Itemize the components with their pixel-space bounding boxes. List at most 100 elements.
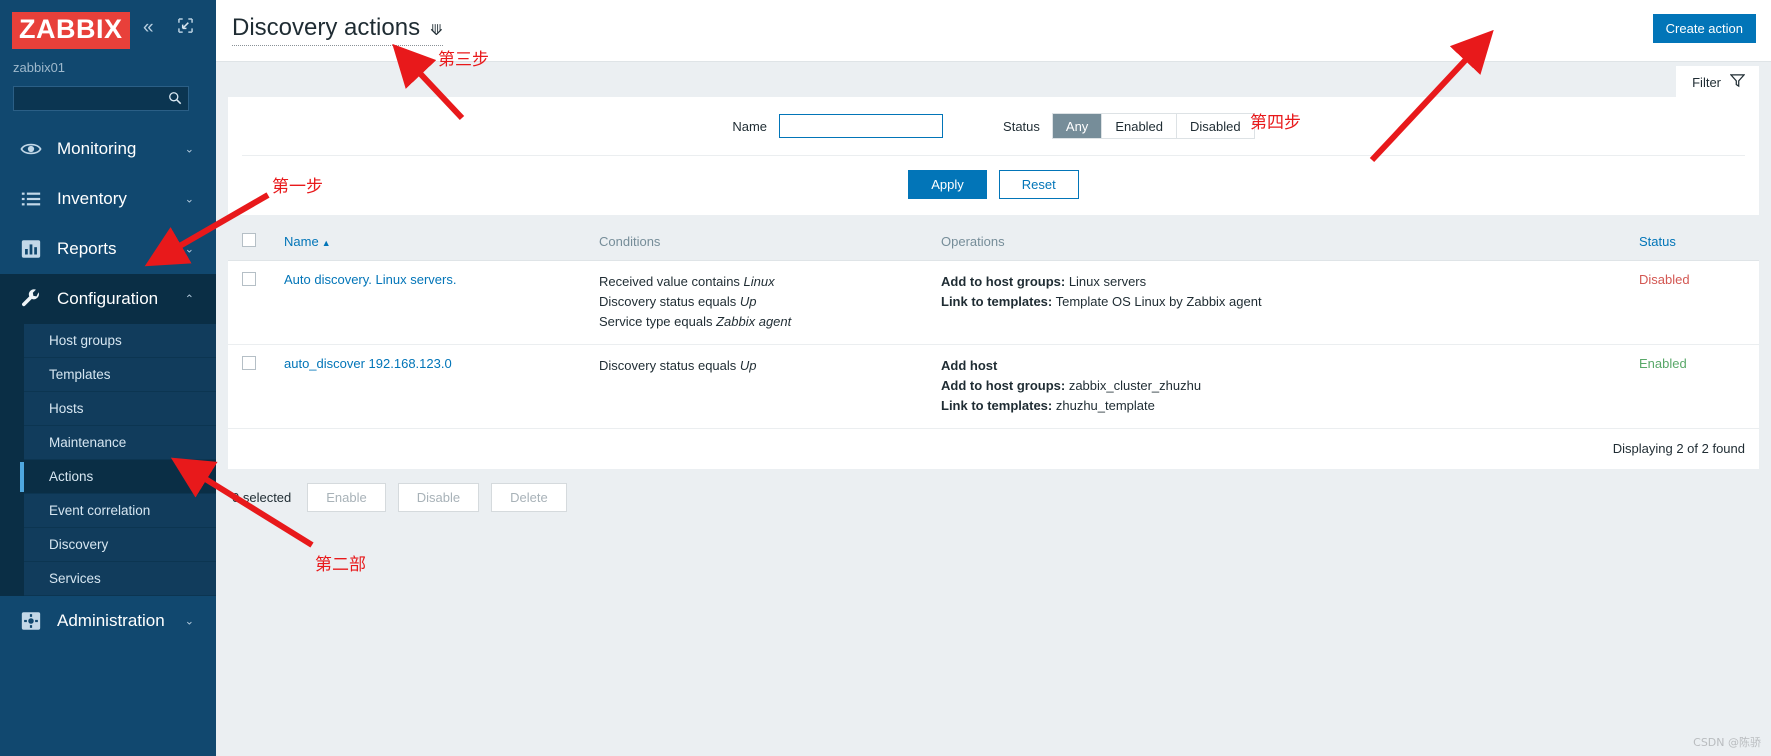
sidebar-item-services[interactable]: Services xyxy=(24,562,216,596)
sidebar: ZABBIX « zabbix01 Monitoring ⌄ Inventory… xyxy=(0,0,216,756)
table-header-row: Name ▲ Conditions Operations Status xyxy=(228,223,1759,261)
condition-line: Discovery status equals Up xyxy=(599,294,757,309)
status-option-disabled[interactable]: Disabled xyxy=(1177,114,1254,138)
sidebar-item-label: Administration xyxy=(57,611,165,630)
filter-panel: Name Status Any Enabled Disabled Apply R… xyxy=(228,97,1759,215)
status-badge[interactable]: Enabled xyxy=(1639,356,1687,371)
select-all-header xyxy=(228,223,284,261)
filter-tabbar: Filter xyxy=(216,62,1771,99)
search-icon[interactable] xyxy=(168,91,182,108)
sidebar-item-templates[interactable]: Templates xyxy=(24,358,216,392)
sidebar-item-actions[interactable]: Actions xyxy=(20,460,216,494)
sidebar-item-inventory[interactable]: Inventory ⌄ xyxy=(0,174,216,224)
row-conditions-cell: Discovery status equals Up xyxy=(599,344,941,429)
sidebar-item-host-groups[interactable]: Host groups xyxy=(24,324,216,358)
sort-by-name-link[interactable]: Name ▲ xyxy=(284,234,331,249)
sidebar-item-monitoring[interactable]: Monitoring ⌄ xyxy=(0,124,216,174)
row-checkbox[interactable] xyxy=(242,356,256,370)
status-option-enabled[interactable]: Enabled xyxy=(1102,114,1178,138)
sidebar-subitem-label: Event correlation xyxy=(49,503,151,518)
select-all-checkbox[interactable] xyxy=(242,233,256,247)
operation-line: Add host xyxy=(941,358,998,373)
wrench-icon xyxy=(18,286,44,312)
condition-line: Discovery status equals Up xyxy=(599,358,757,373)
selected-count-label: 0 selected xyxy=(232,490,292,505)
chevron-double-left-icon[interactable]: « xyxy=(143,18,154,37)
row-name-cell: Auto discovery. Linux servers. xyxy=(284,260,599,345)
operation-line: Link to templates: zhuzhu_template xyxy=(941,398,1155,413)
sidebar-subitem-label: Discovery xyxy=(49,537,109,552)
operation-line: Link to templates: Template OS Linux by … xyxy=(941,294,1262,309)
apply-button[interactable]: Apply xyxy=(908,170,987,199)
sidebar-subitem-label: Hosts xyxy=(49,401,84,416)
sidebar-item-administration[interactable]: Administration ⌄ xyxy=(0,596,216,646)
row-operations-cell: Add to host groups: Linux servers Link t… xyxy=(941,260,1639,345)
row-status-cell: Enabled xyxy=(1639,344,1759,429)
action-name-link[interactable]: auto_discover 192.168.123.0 xyxy=(284,356,452,371)
search-input[interactable] xyxy=(14,87,188,110)
sidebar-item-hosts[interactable]: Hosts xyxy=(24,392,216,426)
status-badge[interactable]: Disabled xyxy=(1639,272,1690,287)
bar-chart-icon xyxy=(18,236,44,262)
actions-table: Name ▲ Conditions Operations Status Auto… xyxy=(228,223,1759,429)
filter-tab-label: Filter xyxy=(1692,74,1721,90)
row-select-cell xyxy=(228,260,284,345)
filter-tab[interactable]: Filter xyxy=(1676,66,1759,99)
filter-actions: Apply Reset xyxy=(228,156,1759,215)
condition-line: Service type equals Zabbix agent xyxy=(599,314,792,329)
operation-line: Add to host groups: zabbix_cluster_zhuzh… xyxy=(941,378,1202,393)
collapse-view-icon[interactable] xyxy=(178,18,193,33)
sidebar-subitem-label: Actions xyxy=(49,469,94,484)
name-filter-input[interactable] xyxy=(779,114,944,138)
chevron-down-icon[interactable]: ⌄ xyxy=(185,193,194,206)
sidebar-subnav-configuration: Host groups Templates Hosts Maintenance … xyxy=(0,324,216,596)
status-filter-segmented: Any Enabled Disabled xyxy=(1051,113,1255,139)
column-header-operations: Operations xyxy=(941,223,1639,261)
sort-asc-icon: ▲ xyxy=(321,238,331,248)
sidebar-item-reports[interactable]: Reports ⌄ xyxy=(0,224,216,274)
sidebar-subitem-label: Templates xyxy=(49,367,111,382)
chevron-down-icon[interactable]: ⌄ xyxy=(185,143,194,156)
chevron-up-icon[interactable]: ⌃ xyxy=(185,293,194,306)
disable-button[interactable]: Disable xyxy=(397,483,480,512)
sidebar-item-maintenance[interactable]: Maintenance xyxy=(24,426,216,460)
row-select-cell xyxy=(228,344,284,429)
sidebar-item-event-correlation[interactable]: Event correlation xyxy=(24,494,216,528)
action-name-link[interactable]: Auto discovery. Linux servers. xyxy=(284,272,456,287)
enable-button[interactable]: Enable xyxy=(307,483,386,512)
chevron-down-icon[interactable]: ⌄ xyxy=(185,243,194,256)
sidebar-item-configuration[interactable]: Configuration ⌃ xyxy=(0,274,216,324)
create-action-button[interactable]: Create action xyxy=(1652,14,1756,43)
column-header-conditions: Conditions xyxy=(599,223,941,261)
zabbix-logo[interactable]: ZABBIX xyxy=(12,12,130,49)
table-row: auto_discover 192.168.123.0 Discovery st… xyxy=(228,344,1759,429)
table-row: Auto discovery. Linux servers. Received … xyxy=(228,260,1759,345)
list-icon xyxy=(18,186,44,212)
status-option-any[interactable]: Any xyxy=(1052,114,1103,138)
bulk-action-bar: 0 selected Enable Disable Delete xyxy=(228,469,1759,512)
column-header-name: Name ▲ xyxy=(284,223,599,261)
delete-button[interactable]: Delete xyxy=(491,483,567,512)
reset-button[interactable]: Reset xyxy=(998,170,1079,199)
gear-icon xyxy=(18,608,44,634)
actions-table-container: Name ▲ Conditions Operations Status Auto… xyxy=(228,223,1759,469)
funnel-icon[interactable] xyxy=(1729,73,1746,91)
name-filter-label: Name xyxy=(732,118,768,134)
page-title[interactable]: Discovery actions ⟱ xyxy=(232,14,443,46)
sidebar-search[interactable] xyxy=(13,86,189,111)
chevron-down-icon[interactable]: ⟱ xyxy=(430,21,443,39)
operation-line: Add to host groups: Linux servers xyxy=(941,274,1147,289)
table-footer-count: Displaying 2 of 2 found xyxy=(1612,441,1745,456)
filter-row: Name Status Any Enabled Disabled xyxy=(228,113,1759,155)
zabbix-app-window: ZABBIX « zabbix01 Monitoring ⌄ Inventory… xyxy=(0,0,1771,756)
sidebar-subitem-label: Services xyxy=(49,571,101,586)
column-header-status: Status xyxy=(1639,223,1759,261)
page-title-text: Discovery actions xyxy=(232,14,421,41)
row-operations-cell: Add host Add to host groups: zabbix_clus… xyxy=(941,344,1639,429)
sidebar-item-discovery[interactable]: Discovery xyxy=(24,528,216,562)
row-checkbox[interactable] xyxy=(242,272,256,286)
row-conditions-cell: Received value contains Linux Discovery … xyxy=(599,260,941,345)
main-content: Discovery actions ⟱ Create action Filter… xyxy=(216,0,1771,756)
sort-by-status-link[interactable]: Status xyxy=(1639,234,1676,249)
chevron-down-icon[interactable]: ⌄ xyxy=(185,615,194,628)
